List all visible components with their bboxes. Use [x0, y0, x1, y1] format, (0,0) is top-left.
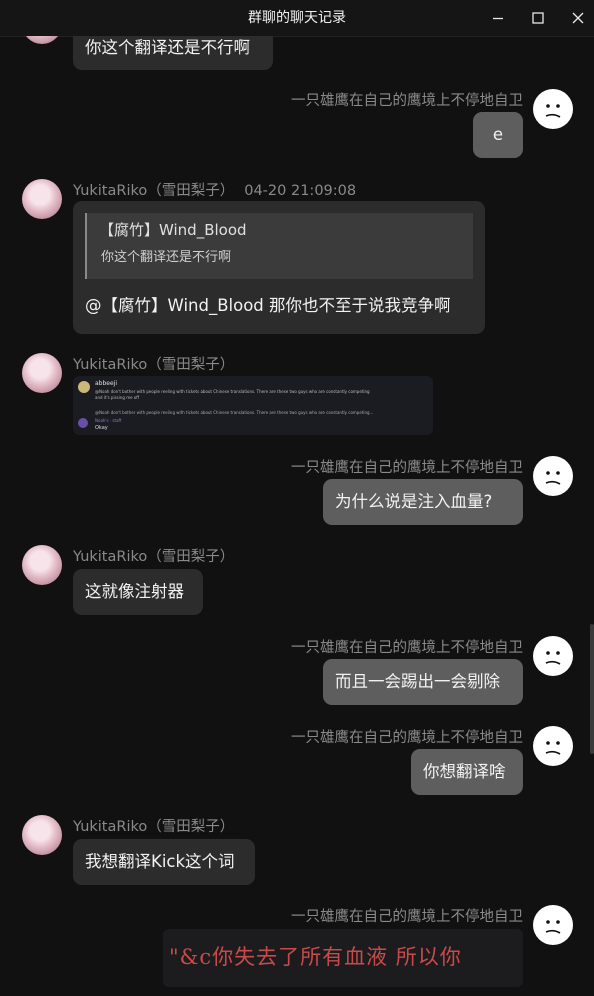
- minimize-button[interactable]: [478, 0, 518, 36]
- sender-name: 一只雄鹰在自己的鹰境上不停地自卫: [291, 460, 523, 476]
- avatar: [78, 418, 88, 428]
- avatar[interactable]: [22, 815, 62, 855]
- face-icon: [545, 104, 561, 118]
- sender-name: YukitaRiko（雪田梨子）: [73, 183, 235, 199]
- maximize-button[interactable]: [518, 0, 558, 36]
- timestamp: 04-20 21:09:08: [244, 183, 357, 199]
- quote-sender: 【腐竹】Wind_Blood: [99, 221, 247, 239]
- sender-name: 一只雄鹰在自己的鹰境上不停地自卫: [291, 640, 523, 656]
- title-bar: 群聊的聊天记录: [0, 0, 594, 37]
- sender-name: 一只雄鹰在自己的鹰境上不停地自卫: [291, 730, 523, 746]
- quote-text: 你这个翻译还是不行啊: [101, 250, 232, 265]
- message-bubble[interactable]: 【腐竹】Wind_Blood 你这个翻译还是不行啊 @【腐竹】Wind_Bloo…: [73, 201, 485, 334]
- sender-name: YukitaRiko（雪田梨子）: [73, 357, 235, 373]
- message-bubble[interactable]: 你这个翻译还是不行啊: [73, 36, 273, 70]
- message-bubble[interactable]: 而且一会踢出一会剔除: [323, 659, 523, 705]
- sender-name: YukitaRiko（雪田梨子）: [73, 819, 235, 835]
- close-button[interactable]: [558, 0, 594, 36]
- image-text: abbeeji: [95, 380, 118, 387]
- chat-history[interactable]: 你这个翻译还是不行啊 一只雄鹰在自己的鹰境上不停地自卫 e YukitaRiko…: [0, 36, 594, 996]
- avatar: [78, 381, 90, 393]
- avatar[interactable]: [22, 353, 62, 393]
- face-icon: [545, 741, 561, 755]
- message-bubble[interactable]: e: [473, 112, 523, 158]
- face-icon: [545, 651, 561, 665]
- image-text: Okay: [95, 425, 108, 431]
- message-bubble[interactable]: 这就像注射器: [73, 569, 203, 615]
- image-text: @Noah don't bother with people reeling w…: [95, 389, 370, 394]
- message-bubble[interactable]: 为什么说是注入血量?: [323, 479, 523, 525]
- quoted-message[interactable]: 【腐竹】Wind_Blood 你这个翻译还是不行啊: [85, 213, 473, 279]
- sender-line: YukitaRiko（雪田梨子） 04-20 21:09:08: [73, 179, 356, 200]
- avatar-face-icon[interactable]: [533, 89, 573, 129]
- image-text: Noah's · staff: [95, 418, 122, 423]
- sender-name: 一只雄鹰在自己的鹰境上不停地自卫: [291, 909, 523, 925]
- image-text: @Noah don't bother with people reeling w…: [95, 410, 374, 415]
- sender-name: 一只雄鹰在自己的鹰境上不停地自卫: [291, 93, 523, 109]
- face-icon: [545, 920, 561, 934]
- avatar-face-icon[interactable]: [533, 726, 573, 766]
- image-message[interactable]: "&c你失去了所有血液 所以你: [163, 929, 523, 987]
- image-message[interactable]: abbeeji @Noah don't bother with people r…: [73, 376, 433, 435]
- avatar-face-icon[interactable]: [533, 636, 573, 676]
- scrollbar[interactable]: [590, 624, 594, 754]
- avatar-face-icon[interactable]: [533, 905, 573, 945]
- message-bubble[interactable]: 你想翻译啥: [411, 749, 523, 795]
- maximize-icon: [532, 12, 544, 24]
- minimize-icon: [493, 17, 503, 20]
- close-icon: [572, 12, 584, 24]
- image-text: "&c你失去了所有血液 所以你: [169, 945, 462, 969]
- message-bubble[interactable]: 我想翻译Kick这个词: [73, 839, 255, 885]
- avatar[interactable]: [22, 179, 62, 219]
- avatar-face-icon[interactable]: [533, 456, 573, 496]
- face-icon: [545, 471, 561, 485]
- avatar[interactable]: [22, 36, 62, 44]
- sender-name: YukitaRiko（雪田梨子）: [73, 549, 235, 565]
- avatar[interactable]: [22, 545, 62, 585]
- image-text: and it's pissing me off: [95, 395, 140, 400]
- message-text: @【腐竹】Wind_Blood 那你也不至于说我竞争啊: [85, 296, 451, 315]
